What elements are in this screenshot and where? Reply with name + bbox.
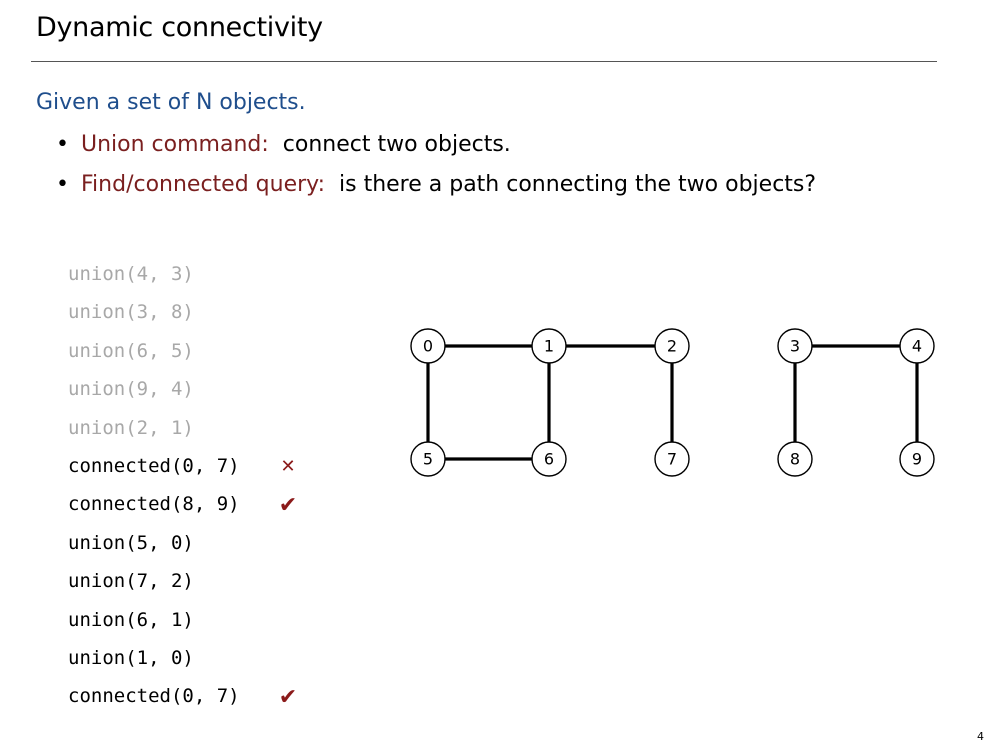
- cross-mark-icon: ✕: [280, 455, 296, 477]
- graph-node-6: 6: [531, 441, 567, 477]
- graph-node-7: 7: [654, 441, 690, 477]
- graph-node-label: 7: [667, 450, 677, 469]
- graph-node-label: 9: [912, 450, 922, 469]
- bullet-list: • Union command: connect two objects. • Fin…: [56, 130, 816, 210]
- bullet-dot: •: [56, 172, 69, 197]
- graph-node-9: 9: [899, 441, 935, 477]
- operation-text: union(9, 4): [68, 378, 194, 401]
- operation-row: union(4, 3): [68, 262, 328, 300]
- graph-node-4: 4: [899, 328, 935, 364]
- slide-title: Dynamic connectivity: [36, 12, 323, 43]
- operation-row: union(3, 8): [68, 300, 328, 338]
- operation-row: connected(0, 7) ✔: [68, 684, 328, 722]
- operation-text: union(1, 0): [68, 646, 194, 669]
- operation-row: union(6, 1): [68, 608, 328, 646]
- graph-node-label: 3: [790, 337, 800, 356]
- operation-text: connected(0, 7): [68, 685, 240, 708]
- page-number: 4: [977, 730, 984, 743]
- operation-row: union(5, 0): [68, 531, 328, 569]
- operation-text: union(4, 3): [68, 263, 194, 285]
- bullet-item-find: • Find/connected query: is there a path co…: [56, 170, 816, 210]
- operation-row: connected(0, 7) ✕: [68, 454, 328, 492]
- operation-text: union(5, 0): [68, 531, 194, 554]
- operation-text: union(7, 2): [68, 570, 194, 593]
- operation-row: union(1, 0): [68, 646, 328, 684]
- operation-row: union(7, 2): [68, 569, 328, 607]
- graph-node-1: 1: [531, 328, 567, 364]
- operation-text: connected(0, 7): [68, 454, 240, 477]
- operation-row: connected(8, 9) ✔: [68, 492, 328, 530]
- graph-node-0: 0: [410, 328, 446, 364]
- graph-node-2: 2: [654, 328, 690, 364]
- bullet-dot: •: [56, 132, 69, 157]
- graph-node-label: 1: [544, 337, 554, 356]
- operation-text: union(2, 1): [68, 416, 194, 439]
- operation-text: union(3, 8): [68, 301, 194, 324]
- connectivity-graph: 0 1 2 3 4 5 6 7 8 9: [410, 328, 935, 477]
- graph-node-label: 5: [423, 450, 433, 469]
- graph-node-label: 0: [423, 337, 433, 356]
- check-mark-icon: ✔: [278, 493, 298, 519]
- bullet-item-union: • Union command: connect two objects.: [56, 130, 816, 170]
- operation-row: union(6, 5): [68, 339, 328, 377]
- graph-node-5: 5: [410, 441, 446, 477]
- title-divider: [31, 61, 937, 62]
- check-mark-icon: ✔: [278, 685, 298, 711]
- bullet-text: is there a path connecting the two objec…: [339, 172, 817, 197]
- operation-text: union(6, 1): [68, 608, 194, 631]
- operation-row: union(2, 1): [68, 416, 328, 454]
- bullet-term: Find/connected query:: [81, 172, 325, 197]
- graph-node-3: 3: [777, 328, 813, 364]
- graph-node-label: 8: [790, 450, 800, 469]
- bullet-text: connect two objects.: [282, 132, 511, 157]
- graph-node-label: 4: [912, 337, 922, 356]
- operation-row: union(9, 4): [68, 377, 328, 415]
- operation-list: union(4, 3) union(3, 8) union(6, 5) union(9…: [68, 262, 328, 723]
- bullet-term: Union command:: [81, 132, 269, 157]
- operation-text: union(6, 5): [68, 339, 194, 362]
- graph-node-label: 6: [544, 450, 554, 469]
- graph-node-label: 2: [667, 337, 677, 356]
- operation-text: connected(8, 9): [68, 493, 240, 516]
- lead-sentence: Given a set of N objects.: [36, 90, 306, 115]
- graph-node-8: 8: [777, 441, 813, 477]
